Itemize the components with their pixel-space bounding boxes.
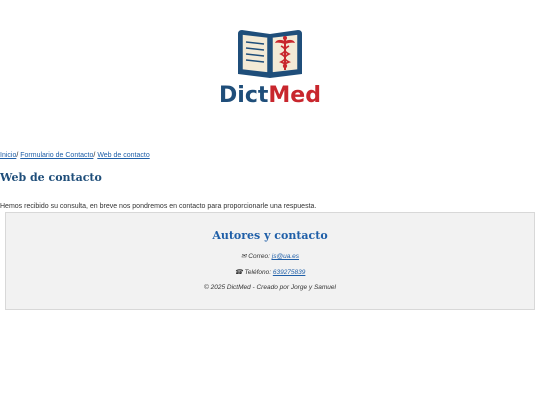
footer-email-line: ✉ Correo: js@ua.es (6, 252, 534, 260)
breadcrumb: Inicio/ Formulario de Contacto/ Web de c… (0, 152, 150, 159)
confirmation-message: Hemos recibido su consulta, en breve nos… (0, 203, 317, 210)
breadcrumb-link-web-contacto[interactable]: Web de contacto (97, 152, 149, 159)
breadcrumb-separator: / (16, 152, 19, 159)
breadcrumb-separator: / (93, 152, 96, 159)
footer-title: Autores y contacto (212, 229, 328, 242)
breadcrumb-link-inicio[interactable]: Inicio (0, 152, 16, 159)
phone-link[interactable]: 639275839 (273, 269, 306, 276)
footer: Autores y contacto ✉ Correo: js@ua.es ☎ … (5, 212, 535, 310)
logo-text-dict: Dict (219, 83, 269, 108)
footer-phone-line: ☎ Teléfono: 639275839 (6, 268, 534, 276)
email-link[interactable]: js@ua.es (272, 253, 299, 260)
site-logo[interactable]: DictMed (0, 28, 540, 108)
copyright-text: © 2025 DictMed - Creado por Jorge y Samu… (204, 284, 336, 291)
envelope-icon: ✉ (241, 253, 247, 260)
logo-wordmark: DictMed (219, 84, 321, 108)
email-label: Correo: (248, 253, 270, 260)
logo-text-med: Med (268, 83, 321, 108)
breadcrumb-link-formulario[interactable]: Formulario de Contacto (20, 152, 93, 159)
page-title: Web de contacto (0, 171, 102, 184)
open-book-caduceus-icon (238, 30, 302, 78)
phone-label: Teléfono: (244, 269, 272, 276)
phone-icon: ☎ (234, 269, 243, 276)
